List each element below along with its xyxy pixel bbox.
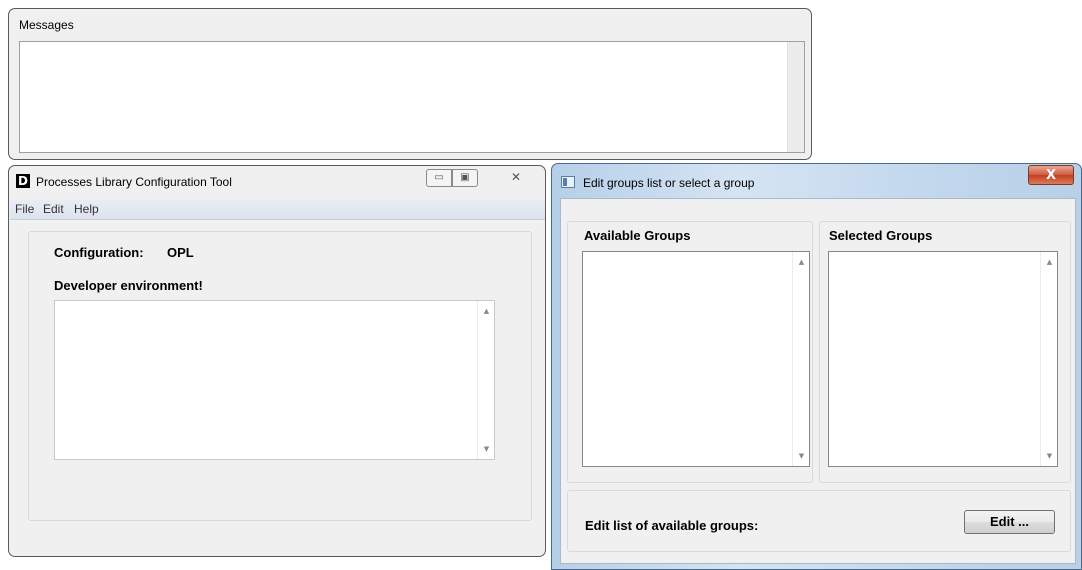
messages-text-area[interactable] <box>19 41 805 153</box>
vertical-scrollbar[interactable]: ▲ ▼ <box>477 301 494 459</box>
app-logo-icon: D <box>16 174 30 188</box>
environment-label: Developer environment! <box>54 278 203 293</box>
dialog-title: Edit groups list or select a group <box>583 176 755 190</box>
environment-text-area[interactable]: ▲ ▼ <box>54 300 495 460</box>
edit-groups-dialog: Edit groups list or select a group X Ava… <box>551 163 1082 570</box>
messages-window: Messages <box>8 8 812 160</box>
scroll-down-icon[interactable]: ▼ <box>478 441 495 457</box>
scroll-up-icon[interactable]: ▲ <box>478 303 495 319</box>
processes-library-window: D Processes Library Configuration Tool ▭… <box>8 165 546 557</box>
edit-button[interactable]: Edit ... <box>964 510 1055 534</box>
messages-label: Messages <box>19 18 74 32</box>
edit-list-label: Edit list of available groups: <box>585 518 759 533</box>
edit-list-panel: Edit list of available groups: Edit ... <box>567 490 1071 552</box>
configuration-label: Configuration: <box>54 245 144 260</box>
close-button[interactable]: ✕ <box>494 169 538 187</box>
scroll-down-icon[interactable]: ▼ <box>1041 448 1058 464</box>
dialog-client-area: Available Groups ▲ ▼ Selected Groups ▲ ▼… <box>560 198 1076 564</box>
scroll-up-icon[interactable]: ▲ <box>1041 254 1058 270</box>
scroll-down-icon[interactable]: ▼ <box>793 448 810 464</box>
vertical-scrollbar[interactable]: ▲ ▼ <box>1040 252 1057 466</box>
maximize-button[interactable]: ▣ <box>452 169 478 187</box>
minimize-button[interactable]: ▭ <box>426 169 452 187</box>
scroll-up-icon[interactable]: ▲ <box>793 254 810 270</box>
menu-file[interactable]: File <box>15 202 34 216</box>
vertical-scrollbar[interactable]: ▲ ▼ <box>792 252 809 466</box>
configuration-value: OPL <box>167 245 194 260</box>
menu-help[interactable]: Help <box>74 202 99 216</box>
messages-scrollbar[interactable] <box>787 42 804 152</box>
available-groups-header: Available Groups <box>584 228 691 243</box>
window-icon <box>561 176 575 188</box>
menu-edit[interactable]: Edit <box>43 202 64 216</box>
selected-groups-header: Selected Groups <box>829 228 933 243</box>
available-groups-panel: Available Groups ▲ ▼ <box>567 221 813 483</box>
window-title: Processes Library Configuration Tool <box>36 175 232 189</box>
selected-groups-list[interactable]: ▲ ▼ <box>828 251 1058 467</box>
available-groups-list[interactable]: ▲ ▼ <box>582 251 810 467</box>
menu-bar: File Edit Help <box>10 200 545 220</box>
window-icon-detail <box>563 178 567 186</box>
content-panel: Configuration: OPL Developer environment… <box>28 231 532 521</box>
selected-groups-panel: Selected Groups ▲ ▼ <box>819 221 1071 483</box>
close-button[interactable]: X <box>1028 165 1074 185</box>
title-bar[interactable]: D Processes Library Configuration Tool ▭… <box>9 166 545 196</box>
